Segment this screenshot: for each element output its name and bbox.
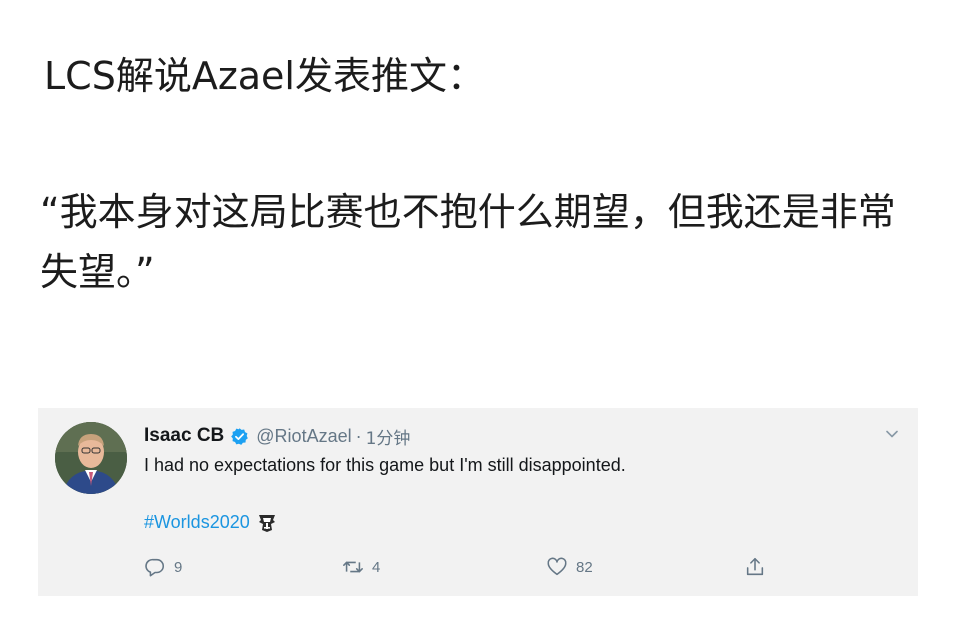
chevron-down-icon[interactable]	[884, 426, 900, 442]
heart-icon	[547, 557, 567, 576]
retweet-icon	[343, 561, 363, 573]
handle[interactable]: @RiotAzael	[256, 426, 351, 447]
hashtag-line: #Worlds2020	[144, 512, 278, 533]
separator-dot: ·	[355, 425, 362, 446]
tweet-text: I had no expectations for this game but …	[144, 455, 626, 475]
quote-text: “我本身对这局比赛也不抱什么期望，但我还是非常失望。”	[40, 190, 896, 294]
reply-button[interactable]: 9	[144, 556, 182, 578]
display-name[interactable]: Isaac CB	[144, 425, 224, 447]
retweet-count: 4	[372, 558, 381, 576]
tweet-card[interactable]: Isaac CB @RiotAzael · 1分钟 I had no expec…	[38, 408, 918, 596]
share-icon	[746, 557, 764, 576]
tweet-header: Isaac CB @RiotAzael · 1分钟	[144, 423, 410, 449]
timestamp[interactable]: 1分钟	[366, 424, 411, 449]
like-button[interactable]: 82	[546, 556, 593, 578]
avatar-portrait-icon	[55, 422, 127, 494]
hashtag-link[interactable]: #Worlds2020	[144, 512, 250, 533]
retweet-button[interactable]: 4	[342, 556, 380, 578]
headline: LCS解说Azael发表推文：	[44, 54, 485, 98]
share-button[interactable]	[744, 556, 774, 578]
avatar[interactable]	[55, 422, 127, 494]
tweet-actions: 9 4 82	[144, 556, 784, 582]
reply-icon	[145, 558, 165, 577]
reply-count: 9	[174, 558, 183, 576]
worlds-trophy-icon	[258, 514, 275, 532]
like-count: 82	[576, 558, 593, 576]
verified-badge-icon	[230, 427, 249, 446]
